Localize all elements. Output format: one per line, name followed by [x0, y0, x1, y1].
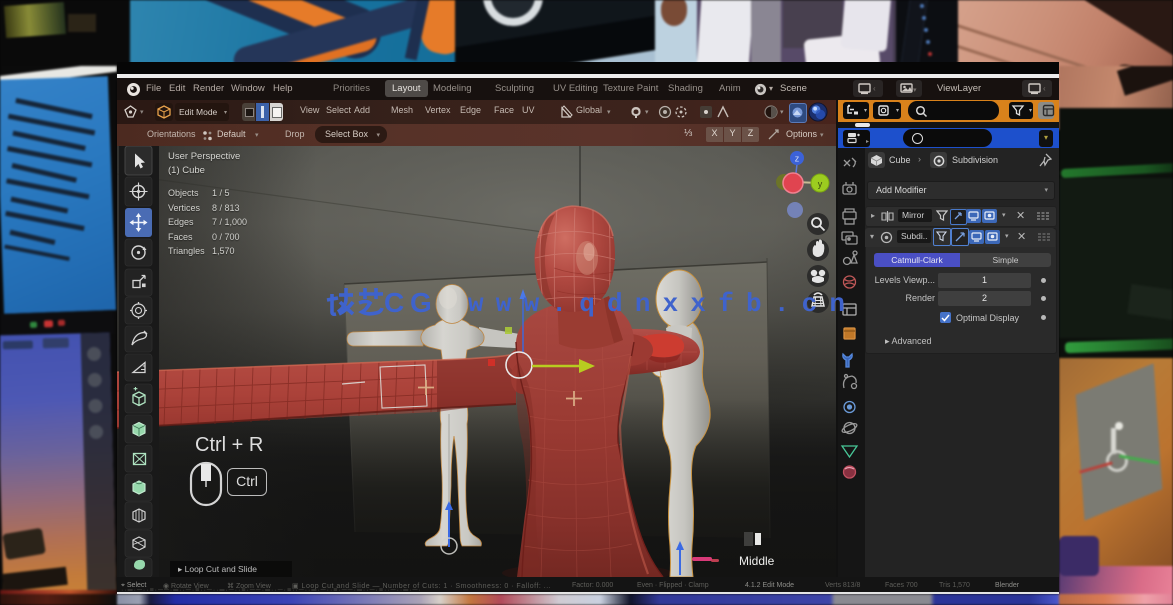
svg-text:y: y — [818, 179, 823, 189]
svg-text:z: z — [795, 154, 800, 164]
